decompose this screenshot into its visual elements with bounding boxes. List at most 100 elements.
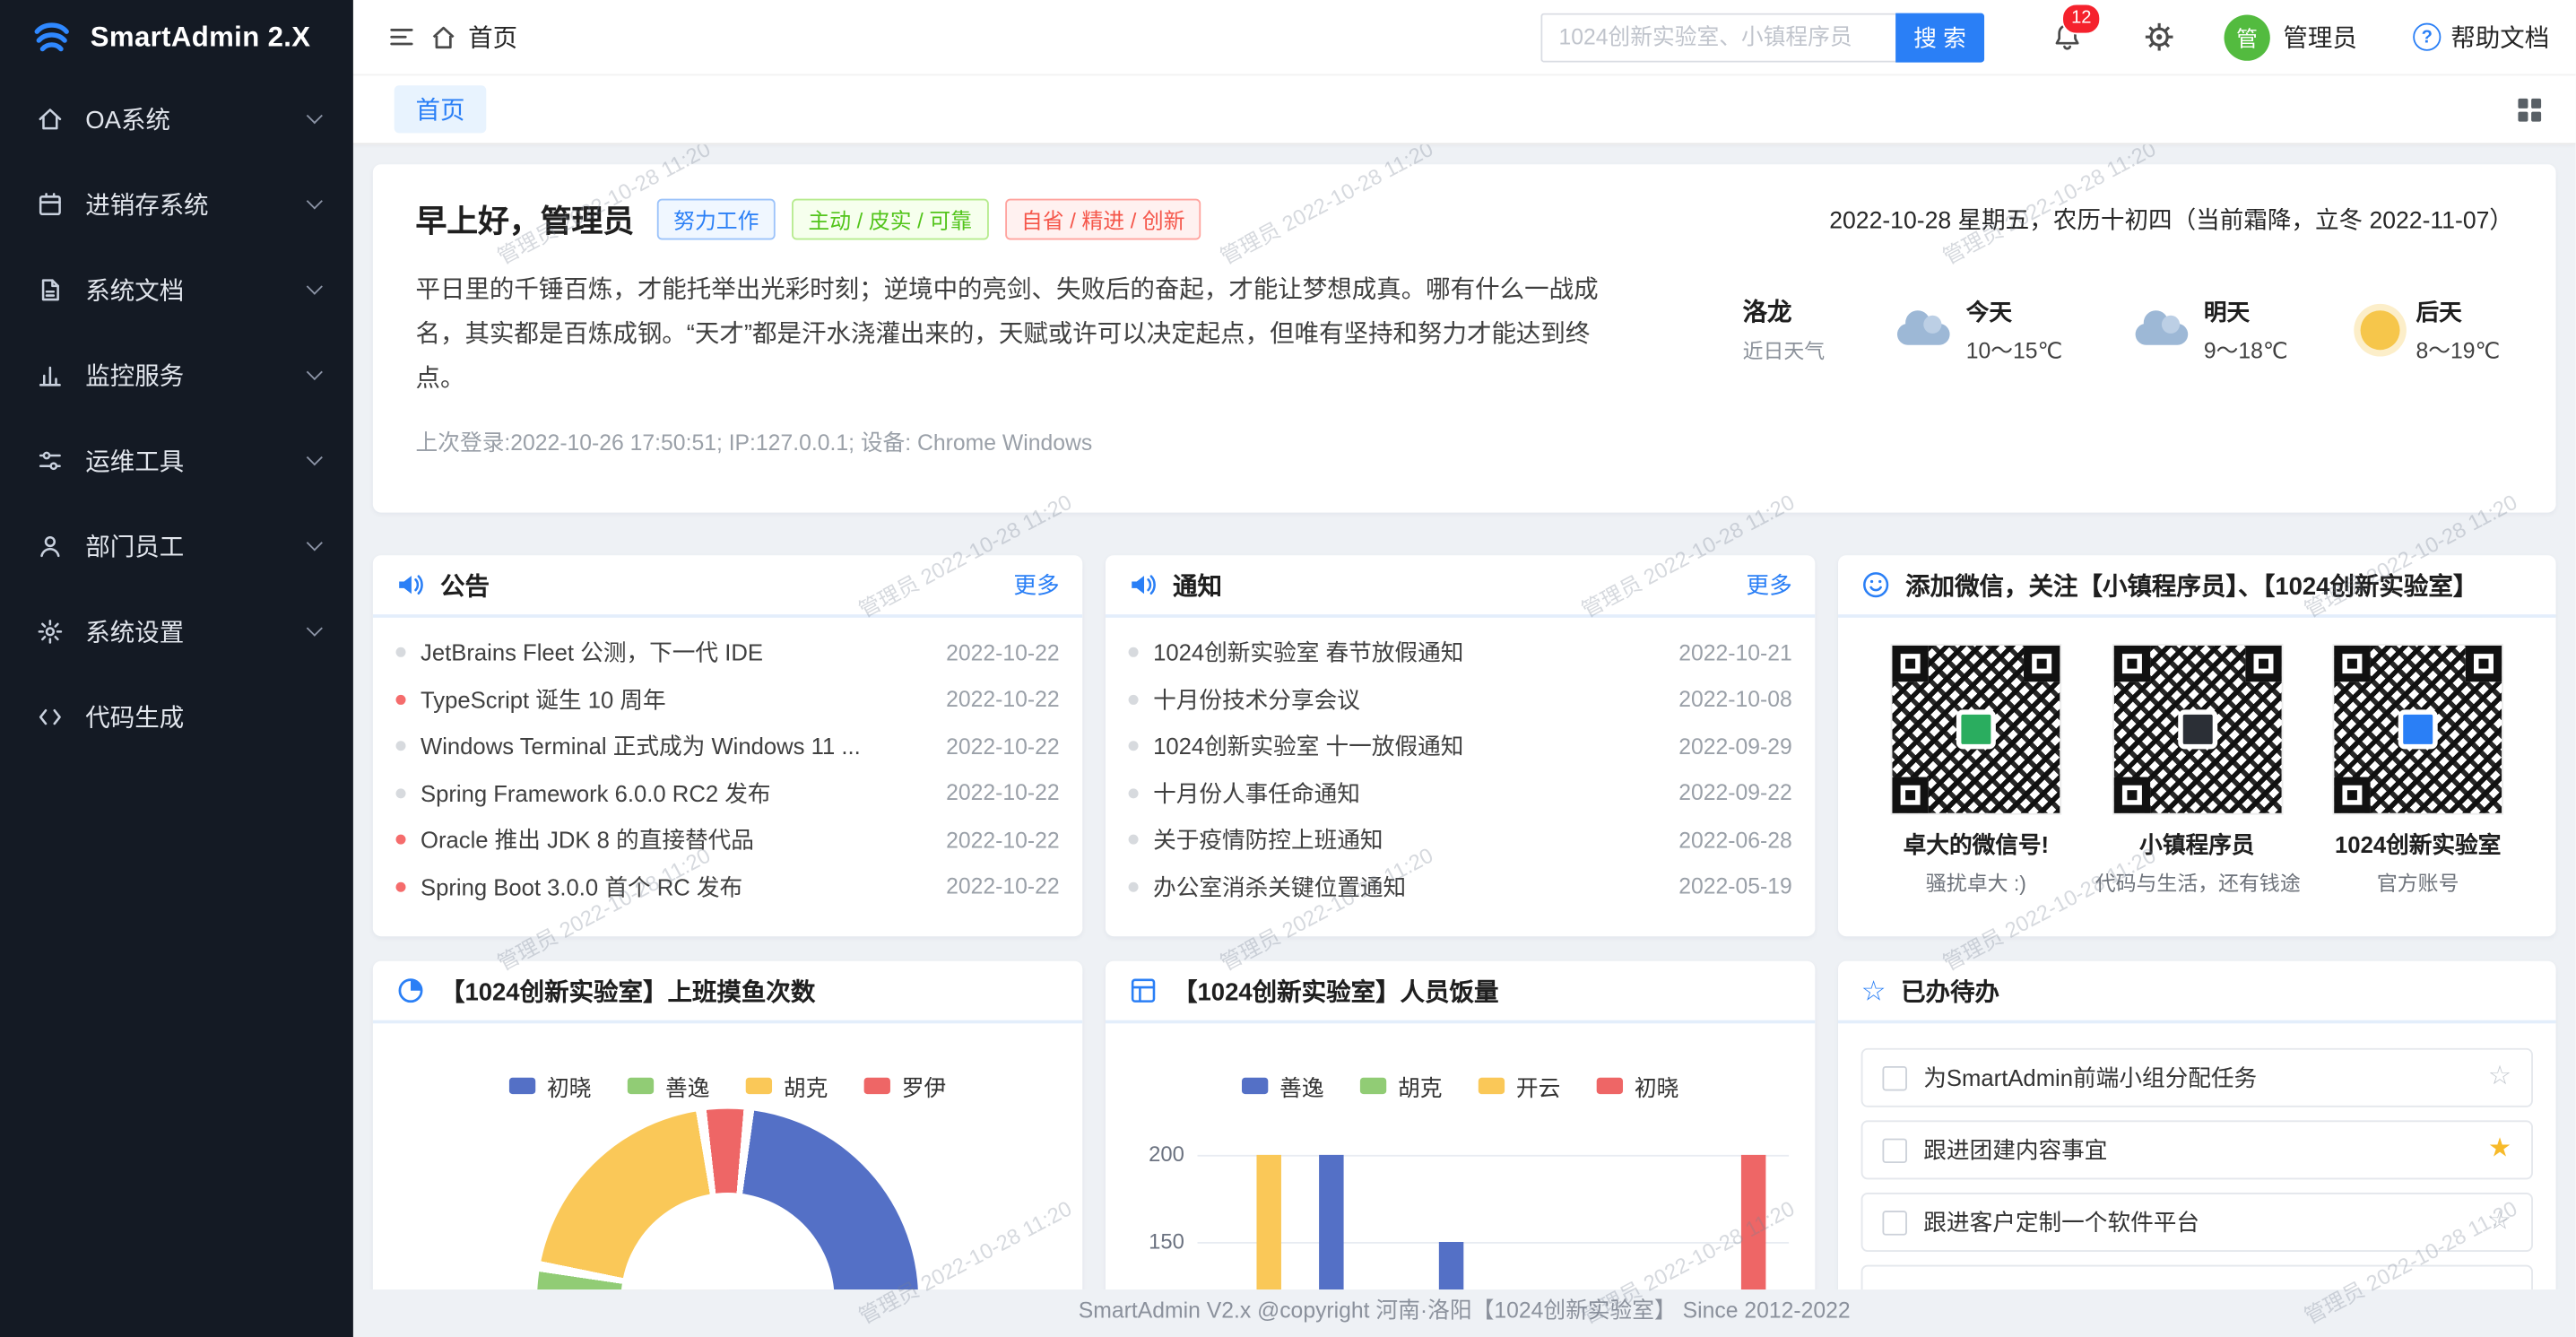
qrcode-item: 1024创新实验室官方账号 [2316, 646, 2520, 897]
sidebar-item-label: 部门员工 [85, 528, 184, 562]
notice-title: 十月份人事任命通知 [1153, 777, 1664, 810]
chevron-down-icon [307, 107, 323, 123]
document-icon [36, 275, 64, 303]
notices-more-link[interactable]: 更多 [1746, 569, 1791, 602]
home-icon[interactable] [422, 15, 465, 58]
welcome-card: 早上好，管理员 努力工作主动 / 皮实 / 可靠自省 / 精进 / 创新 202… [373, 164, 2556, 512]
sidebar-item-7[interactable]: 系统设置 [0, 588, 353, 673]
breadcrumb[interactable]: 首页 [468, 20, 517, 54]
qrcode-name: 1024创新实验室 [2316, 828, 2520, 861]
todo-item[interactable]: 跟进团建内容事宜 ★ [1861, 1120, 2533, 1179]
home-icon [36, 104, 64, 132]
notifications-button[interactable]: 12 [2047, 15, 2090, 58]
layout-grid-icon[interactable] [2517, 96, 2543, 122]
announcement-item[interactable]: Spring Boot 3.0.0 首个 RC 发布2022-10-22 [396, 864, 1060, 910]
qrcode-image [2334, 646, 2502, 813]
announcement-date: 2022-10-22 [946, 640, 1060, 664]
sidebar-item-label: 运维工具 [85, 443, 184, 477]
chevron-down-icon [307, 363, 323, 379]
tab-bar: 首页 [353, 75, 2576, 144]
todo-card: ☆ 已办待办 为SmartAdmin前端小组分配任务☆ 跟进团建内容事宜 ★ 跟进客户… [1838, 961, 2556, 1289]
fish-legend-item[interactable]: 善逸 [628, 1070, 710, 1103]
notice-title: 1024创新实验室 十一放假通知 [1153, 730, 1664, 763]
sidebar-item-8[interactable]: 代码生成 [0, 673, 353, 759]
sidebar-item-label: 进销存系统 [85, 187, 208, 221]
todo-checkbox[interactable] [1882, 1065, 1906, 1090]
notice-item[interactable]: 1024创新实验室 春节放假通知2022-10-21 [1129, 629, 1792, 676]
announcements-more-link[interactable]: 更多 [1013, 569, 1059, 602]
chart-bars-icon [36, 360, 64, 388]
chevron-down-icon [307, 192, 323, 208]
bullet-dot [396, 881, 406, 891]
notice-item[interactable]: 关于疫情防控上班通知2022-06-28 [1129, 817, 1792, 864]
announcement-item[interactable]: Spring Framework 6.0.0 RC2 发布2022-10-22 [396, 769, 1060, 816]
todo-checkbox[interactable] [1882, 1138, 1906, 1162]
announcement-item[interactable]: Windows Terminal 正式成为 Windows 11 ...2022… [396, 723, 1060, 769]
fish-legend-item[interactable]: 初晓 [509, 1070, 592, 1103]
announcements-title: 公告 [440, 568, 490, 602]
todo-item[interactable]: 为SmartAdmin前端小组分配任务☆ [1861, 1048, 2533, 1107]
todo-title: 已办待办 [1901, 973, 1999, 1007]
bullet-dot [1129, 694, 1139, 704]
todo-checkbox[interactable] [1882, 1210, 1906, 1234]
speaker-icon [1129, 570, 1158, 600]
notice-date: 2022-06-28 [1678, 828, 1792, 852]
sidebar-item-2[interactable]: 进销存系统 [0, 161, 353, 247]
fish-legend-item[interactable]: 罗伊 [864, 1070, 947, 1103]
star-icon[interactable]: ☆ [2488, 1064, 2511, 1090]
sidebar-item-5[interactable]: 运维工具 [0, 417, 353, 502]
sidebar-item-6[interactable]: 部门员工 [0, 503, 353, 588]
qrcode-desc: 代码与生活，还有钱途 [2095, 865, 2299, 897]
bullet-dot [396, 694, 406, 704]
bullet-dot [1129, 788, 1139, 798]
announcement-item[interactable]: TypeScript 诞生 10 周年2022-10-22 [396, 676, 1060, 723]
notice-title: 办公室消杀关键位置通知 [1153, 871, 1664, 904]
cloud-icon [2135, 324, 2188, 345]
notice-item[interactable]: 十月份人事任命通知 2022-09-22 [1129, 769, 1792, 816]
search-input[interactable] [1540, 13, 1895, 62]
tab-home[interactable]: 首页 [395, 85, 487, 133]
notice-item[interactable]: 1024创新实验室 十一放假通知 2022-09-29 [1129, 723, 1792, 769]
bullet-dot [396, 788, 406, 798]
fish-chart-card: 【1024创新实验室】上班摸鱼次数 初晓善逸胡克罗伊 [373, 961, 1082, 1289]
star-icon[interactable]: ★ [2488, 1137, 2511, 1163]
notice-date: 2022-09-29 [1678, 734, 1792, 758]
help-label: 帮助文档 [2450, 20, 2549, 54]
search-button[interactable]: 搜 索 [1895, 13, 1984, 62]
collapse-sidebar-icon[interactable] [379, 15, 422, 58]
donut-chart [537, 1109, 918, 1290]
sidebar-item-label: 代码生成 [85, 699, 184, 734]
announcement-item[interactable]: Oracle 推出 JDK 8 的直接替代品2022-10-22 [396, 817, 1060, 864]
notice-item[interactable]: 办公室消杀关键位置通知2022-05-19 [1129, 864, 1792, 910]
star-icon[interactable]: ☆ [2488, 1209, 2511, 1235]
todo-label: 跟进团建内容事宜 [1923, 1133, 2471, 1167]
notice-date: 2022-09-22 [1678, 781, 1792, 805]
weather-days: 今天10～15℃明天9～18℃后天8～19℃ [1897, 295, 2500, 364]
announcement-item[interactable]: JetBrains Fleet 公测，下一代 IDE2022-10-22 [396, 629, 1060, 676]
bullet-dot [1129, 835, 1139, 845]
announcement-title: TypeScript 诞生 10 周年 [421, 683, 932, 716]
app-logo[interactable]: SmartAdmin 2.X [0, 0, 353, 75]
help-link[interactable]: ? 帮助文档 [2413, 20, 2549, 54]
sidebar-item-4[interactable]: 监控服务 [0, 332, 353, 417]
announcement-date: 2022-10-22 [946, 828, 1060, 852]
weather-panel: 洛龙 近日天气 今天10～15℃明天9～18℃后天8～19℃ [1743, 294, 2513, 365]
sidebar-item-label: 系统设置 [85, 613, 184, 647]
todo-item[interactable]: 跟进客户定制一个软件平台☆ [1861, 1193, 2533, 1252]
topbar: 首页 搜 索 12 管 管理员 ? 帮助文档 [353, 0, 2576, 75]
legend-marker [509, 1078, 535, 1094]
notices-list: 1024创新实验室 春节放假通知2022-10-21十月份技术分享会议2022-… [1106, 618, 1815, 910]
welcome-tag: 自省 / 精进 / 创新 [1005, 199, 1201, 240]
user-menu[interactable]: 管 管理员 [2224, 14, 2356, 60]
gridline [1198, 1242, 1790, 1244]
fish-legend-item[interactable]: 胡克 [746, 1070, 828, 1103]
notice-item[interactable]: 十月份技术分享会议2022-10-08 [1129, 676, 1792, 723]
bar-善逸 [1319, 1155, 1343, 1289]
bar-善逸 [1439, 1242, 1463, 1289]
settings-icon[interactable] [2138, 15, 2181, 58]
weather-day: 后天8～19℃ [2360, 295, 2500, 364]
sidebar-item-3[interactable]: 系统文档 [0, 247, 353, 332]
sidebar-item-1[interactable]: OA系统 [0, 75, 353, 161]
qrcode-image [2113, 646, 2281, 813]
wechat-card: 添加微信，关注【小镇程序员】、【1024创新实验室】 卓大的微信号!骚扰卓大 :… [1838, 555, 2556, 936]
